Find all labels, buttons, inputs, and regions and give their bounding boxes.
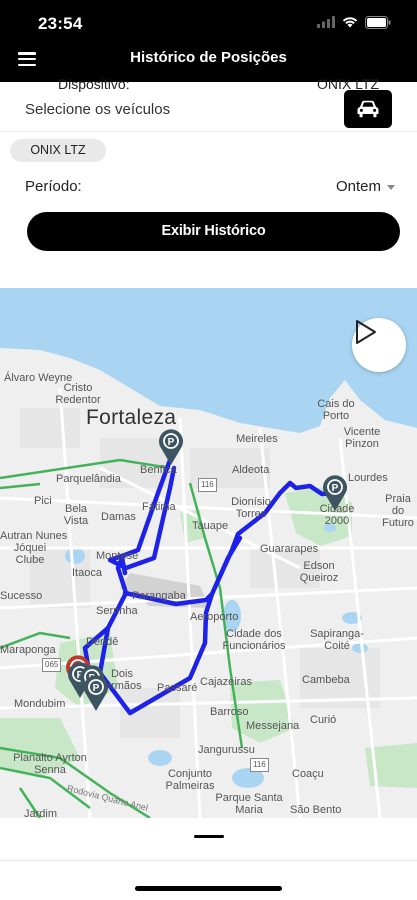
vehicle-selector-label: Selecione os veículos xyxy=(25,101,171,118)
map-label: Lourdes xyxy=(348,472,388,484)
road-shield: 116 xyxy=(198,478,217,492)
map-label: Parque Santa Maria xyxy=(215,792,283,816)
map-label: Aldeota xyxy=(232,464,270,476)
vehicle-selector-row[interactable]: Selecione os veículos xyxy=(0,88,417,132)
show-history-button[interactable]: Exibir Histórico xyxy=(27,212,400,251)
map-label: Meireles xyxy=(236,433,278,445)
svg-text:P: P xyxy=(93,683,100,694)
car-icon xyxy=(357,100,379,118)
map-label: Edson Queiroz xyxy=(299,560,339,584)
divider xyxy=(0,860,417,861)
road-shield: 116 xyxy=(250,758,269,772)
svg-text:P: P xyxy=(332,483,339,494)
status-time: 23:54 xyxy=(38,14,83,33)
map-label: Dois Irmãos xyxy=(108,668,142,692)
sheet-drag-handle[interactable] xyxy=(194,835,224,838)
map-label: Parquelândia xyxy=(56,473,121,485)
map-label: Autran Nunes xyxy=(0,530,68,542)
status-bar: 23:54 xyxy=(0,0,417,44)
map-label: Maraponga xyxy=(0,644,56,656)
map-label: Mondubim xyxy=(14,698,66,710)
parking-marker-icon[interactable]: P xyxy=(321,474,349,512)
map-canvas xyxy=(0,288,417,818)
map-label: Aeroporto xyxy=(190,611,239,623)
parking-marker-icon[interactable]: P xyxy=(82,674,110,712)
home-indicator xyxy=(135,886,282,891)
map-label: Bela Vista xyxy=(63,503,89,527)
map-label: Cambeba xyxy=(302,674,350,686)
status-icons xyxy=(317,15,391,29)
period-value: Ontem xyxy=(335,178,381,195)
map-label: Planalto Ayrton Senna xyxy=(13,752,87,776)
period-dropdown[interactable]: Ontem xyxy=(336,178,395,195)
map-label: Cajazeiras xyxy=(200,676,252,688)
battery-icon xyxy=(365,15,391,29)
map-label: Cristo Redentor xyxy=(55,382,101,406)
map-label: Parangaba xyxy=(132,590,186,602)
selected-vehicle-chip[interactable]: ONIX LTZ xyxy=(10,139,106,162)
map-label: Jardim xyxy=(24,808,58,818)
map-label: Dendê xyxy=(86,636,119,648)
map-label: Pici xyxy=(34,495,52,507)
svg-text:P: P xyxy=(168,437,175,448)
map-label: Praia do Futuro xyxy=(382,493,414,529)
map-city-label: Fortaleza xyxy=(86,406,177,429)
map-label: Damas xyxy=(101,511,136,523)
select-vehicle-button[interactable] xyxy=(344,90,392,128)
map-label: Conjunto Palmeiras xyxy=(165,768,215,792)
map-label: Montese xyxy=(96,550,139,562)
map-label: Sapiranga-Coité xyxy=(310,628,364,652)
parking-marker-icon[interactable]: P xyxy=(157,428,185,466)
play-route-button[interactable] xyxy=(352,318,406,372)
map-label: Messejana xyxy=(246,720,300,732)
map-label: São Bento xyxy=(290,804,342,816)
map-label: Itaoca xyxy=(72,567,102,579)
map-label: Sucesso xyxy=(0,590,43,602)
map-label: Cidade dos Funcionários xyxy=(222,628,286,652)
map-label: Vicente Pinzon xyxy=(343,426,381,450)
map-label: Fátima xyxy=(142,501,176,513)
road-shield: 065 xyxy=(42,658,62,672)
signal-icon xyxy=(317,16,335,28)
map-label: Barroso xyxy=(210,706,249,718)
map-label: Dionísio Torres xyxy=(231,496,271,520)
map-label: Cais do Porto xyxy=(317,398,355,422)
map-view[interactable]: Fortaleza Álvaro Weyne Cristo Redentor C… xyxy=(0,288,417,818)
map-label: Jóquei Clube xyxy=(13,542,47,566)
map-label: Passaré xyxy=(157,682,198,694)
map-label: Curió xyxy=(310,714,337,726)
map-label: Serrinha xyxy=(96,605,138,617)
chevron-down-icon xyxy=(387,185,395,190)
map-label: Guararapes xyxy=(260,543,319,555)
device-label: Dispositivo: xyxy=(58,76,130,92)
device-value: ONIX LTZ xyxy=(317,76,379,92)
map-label: Coaçu xyxy=(292,768,324,780)
period-label: Período: xyxy=(25,178,82,195)
map-label: Tauape xyxy=(192,520,229,532)
play-icon xyxy=(356,320,376,344)
page-title: Histórico de Posições xyxy=(130,49,287,66)
wifi-icon xyxy=(342,17,358,28)
map-label: Jangurussu xyxy=(198,744,255,756)
